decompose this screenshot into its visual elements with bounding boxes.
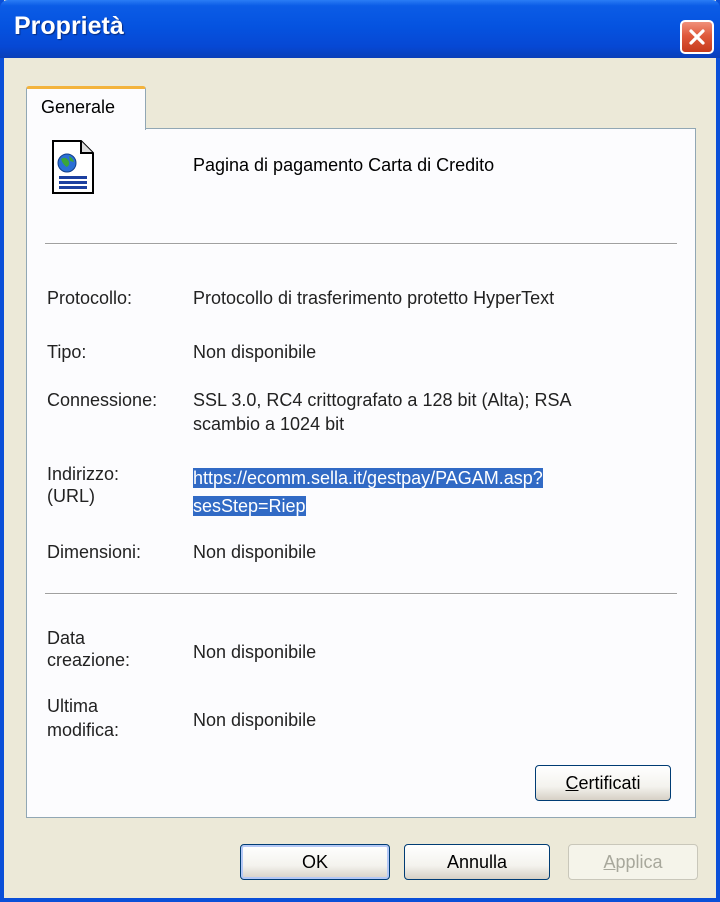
dimensioni-label: Dimensioni:	[47, 542, 142, 562]
page-title: Pagina di pagamento Carta di Credito	[193, 155, 495, 175]
web-document-icon	[51, 139, 95, 200]
ultima-modifica-value: Non disponibile	[193, 710, 317, 730]
url-text-line2[interactable]: sesStep=Riep	[193, 496, 306, 516]
separator	[45, 593, 677, 595]
title-bar[interactable]: Proprietà	[0, 0, 720, 58]
data-creazione-value: Non disponibile	[193, 642, 317, 662]
certificati-accel: C	[565, 773, 579, 793]
applica-accel: A	[603, 852, 616, 872]
ultima-modifica-label-line1: Ultima	[47, 696, 99, 716]
tab-generale-label: Generale	[41, 97, 116, 117]
connessione-value-line1: SSL 3.0, RC4 crittografato a 128 bit (Al…	[193, 390, 572, 410]
data-creazione-label-line1: Data	[47, 628, 86, 648]
tipo-label: Tipo:	[47, 342, 87, 362]
separator	[45, 243, 677, 245]
close-icon	[689, 29, 705, 45]
close-button[interactable]	[680, 20, 714, 54]
tab-generale[interactable]: Generale	[26, 86, 146, 130]
apply-button[interactable]: Applica	[568, 844, 698, 880]
dimensioni-value: Non disponibile	[193, 542, 317, 562]
protocollo-value: Protocollo di trasferimento protetto Hyp…	[193, 288, 555, 308]
url-text-line1[interactable]: https://ecomm.sella.it/gestpay/PAGAM.asp…	[193, 468, 543, 488]
tipo-value: Non disponibile	[193, 342, 317, 362]
indirizzo-label-line2: (URL)	[47, 486, 95, 506]
connessione-value-line2: scambio a 1024 bit	[193, 414, 345, 434]
indirizzo-label-line1: Indirizzo:	[47, 464, 120, 484]
ultima-modifica-label-line2: modifica:	[47, 720, 120, 740]
window-title: Proprietà	[14, 12, 124, 40]
certificati-label: ertificati	[578, 773, 641, 793]
protocollo-label: Protocollo:	[47, 288, 133, 308]
certificati-button[interactable]: Certificati	[535, 765, 671, 801]
connessione-label: Connessione:	[47, 390, 158, 410]
general-panel: Pagina di pagamento Carta di Credito Pro…	[26, 128, 696, 818]
ok-button[interactable]: OK	[240, 844, 390, 880]
properties-dialog: Proprietà Generale Pagina di pagamento C…	[0, 0, 720, 902]
cancel-button[interactable]: Annulla	[404, 844, 550, 880]
applica-label: pplica	[615, 852, 663, 872]
url-value-line2[interactable]: sesStep=Riep	[193, 495, 306, 517]
url-value-line1[interactable]: https://ecomm.sella.it/gestpay/PAGAM.asp…	[193, 467, 543, 489]
data-creazione-label-line2: creazione:	[47, 650, 131, 670]
